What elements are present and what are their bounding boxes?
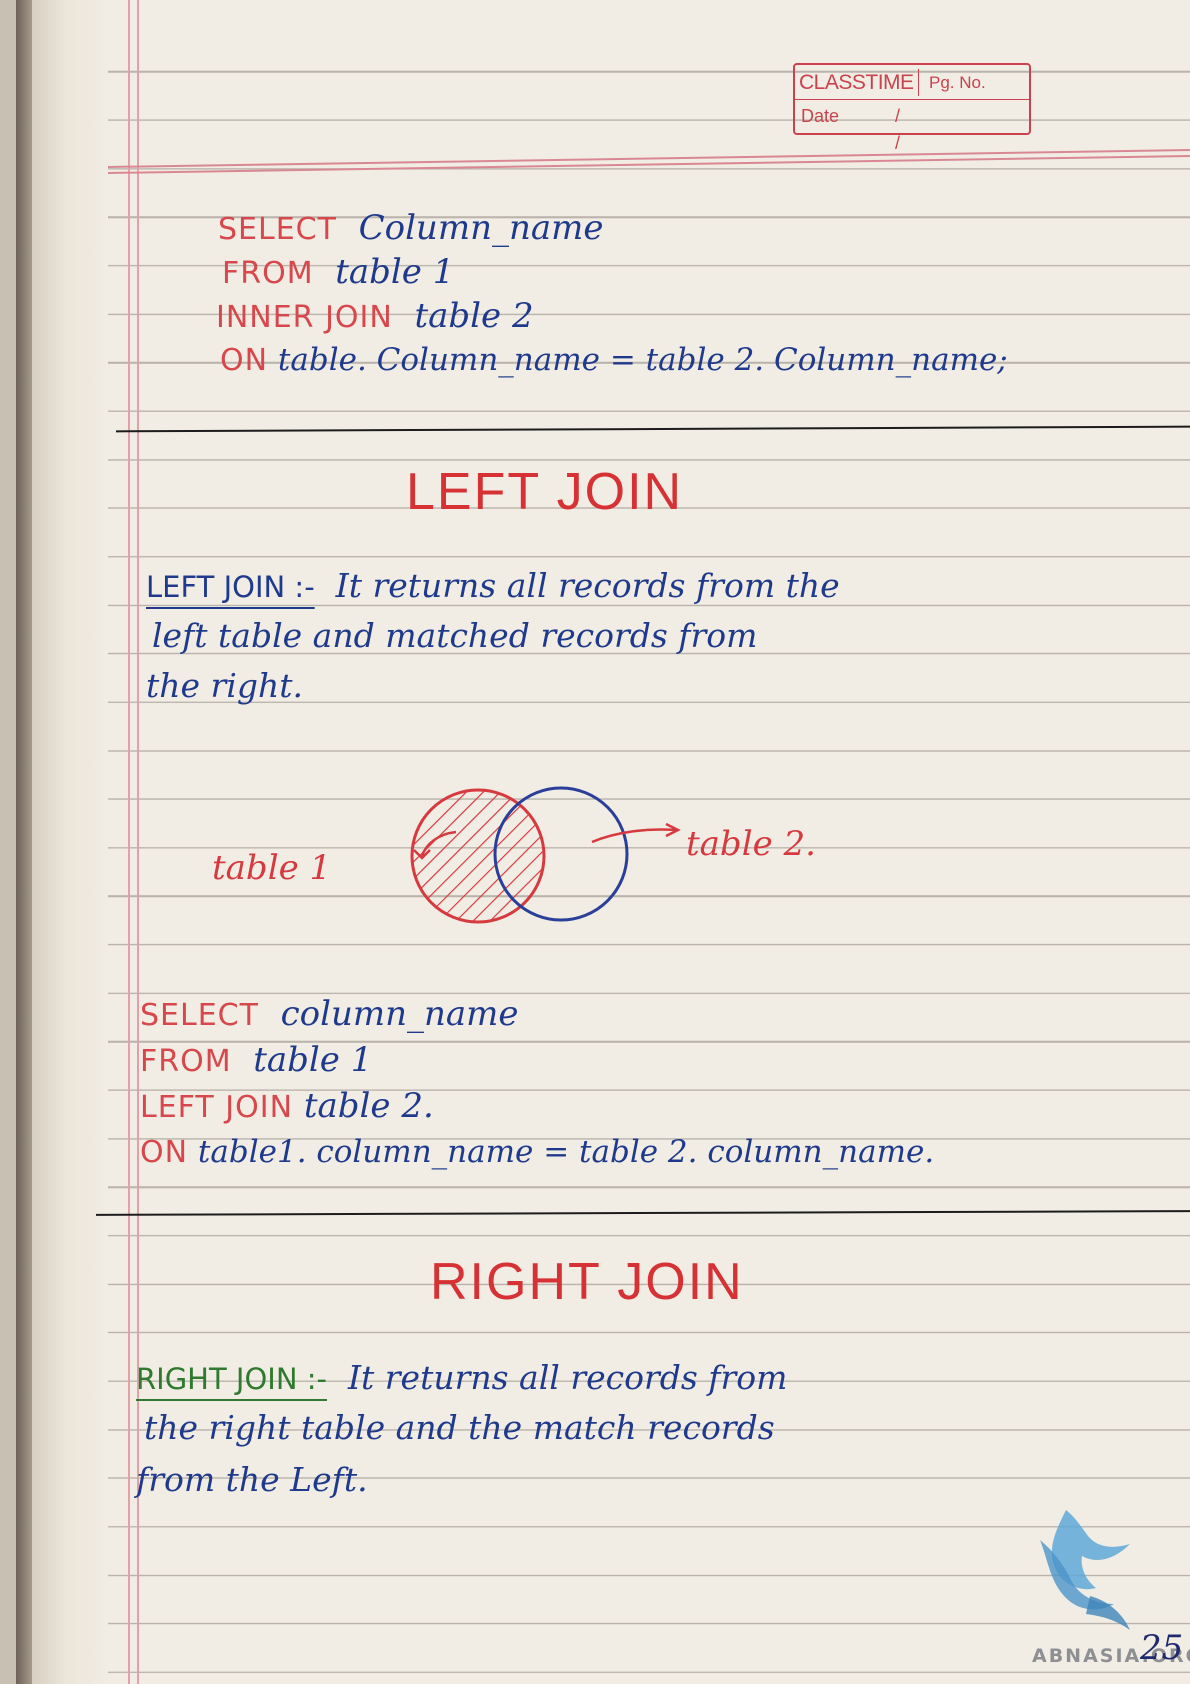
section-divider (116, 425, 1190, 433)
sql-keyword: SELECT (140, 998, 259, 1033)
sql-text: table 1 (253, 1040, 373, 1080)
notebook-page: CLASSTIME Pg. No. Date / / SELECT Column… (16, 0, 1190, 1684)
sql-keyword: LEFT JOIN (140, 1090, 294, 1125)
right-join-term: RIGHT JOIN :- (136, 1362, 327, 1396)
inner-query-line-4: ON table. Column_name = table 2. Column_… (220, 340, 1008, 381)
bird-logo-icon (1040, 1510, 1130, 1630)
sql-text: table 2. (303, 1086, 434, 1126)
sql-text: table 2 (414, 296, 534, 336)
sql-keyword: FROM (140, 1044, 232, 1079)
sql-keyword: INNER JOIN (216, 300, 393, 335)
left-join-definition-line-3: the right. (146, 666, 303, 705)
date-slashes: / / (895, 106, 957, 153)
sql-text: Column_name (358, 208, 604, 248)
sql-keyword: ON (220, 343, 269, 378)
inner-query-line-1: SELECT Column_name (218, 208, 604, 250)
venn-label-table2: table 2. (686, 824, 816, 864)
left-query-line-2: FROM table 1 (140, 1040, 372, 1082)
inner-query-line-3: INNER JOIN table 2 (216, 296, 534, 338)
sql-text: table 1 (335, 252, 455, 292)
left-query-line-3: LEFT JOIN table 2. (140, 1086, 434, 1128)
date-label: Date (801, 106, 840, 126)
page-number: 25 (1140, 1628, 1184, 1668)
left-query-line-1: SELECT column_name (140, 994, 519, 1036)
right-join-definition-line-2: the right table and the match records (144, 1408, 775, 1447)
sql-keyword: ON (140, 1135, 189, 1170)
sql-keyword: FROM (222, 256, 314, 291)
venn-label-table1: table 1 (212, 848, 332, 888)
page-number-label: Pg. No. (929, 73, 986, 92)
notebook-cover-edge (16, 0, 32, 1684)
left-query-line-4: ON table1. column_name = table 2. column… (140, 1132, 934, 1173)
right-join-title: RIGHT JOIN (430, 1253, 744, 1311)
brand-label: CLASSTIME (799, 69, 919, 96)
section-divider (95, 1210, 1190, 1216)
table1-circle (410, 788, 546, 924)
left-join-definition-line-2: left table and matched records from (152, 616, 758, 655)
sql-text: table. Column_name = table 2. Column_nam… (277, 342, 1008, 378)
margin-line (137, 0, 139, 1684)
sql-keyword: SELECT (218, 212, 337, 247)
margin-line (128, 0, 130, 1684)
classtime-header-box: CLASSTIME Pg. No. Date / / (793, 63, 1031, 153)
right-join-definition-line-1: RIGHT JOIN :- It returns all records fro… (136, 1358, 787, 1399)
right-join-definition-line-3: from the Left. (136, 1460, 368, 1499)
left-join-term: LEFT JOIN :- (146, 570, 315, 604)
inner-query-line-2: FROM table 1 (222, 252, 454, 294)
sql-text: table1. column_name = table 2. column_na… (197, 1134, 935, 1170)
sql-text: column_name (280, 994, 519, 1034)
definition-text: It returns all records from the (335, 566, 840, 605)
left-join-title: LEFT JOIN (406, 463, 684, 521)
definition-text: It returns all records from (347, 1358, 788, 1397)
left-join-definition-line-1: LEFT JOIN :- It returns all records from… (146, 566, 840, 607)
table2-arrow (591, 828, 677, 844)
